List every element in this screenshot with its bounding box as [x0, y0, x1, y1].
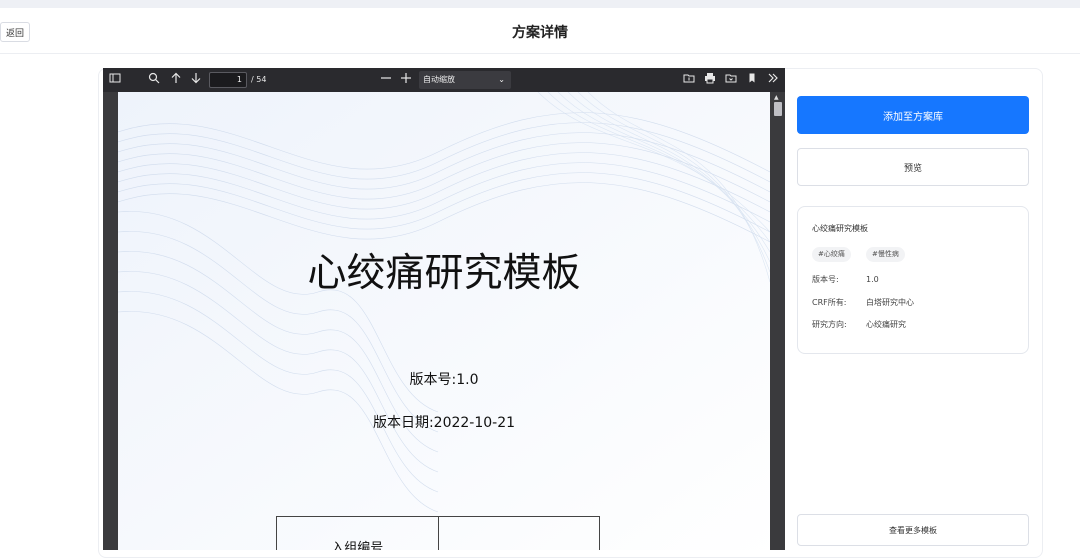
table-cell-enroll-number-value: [437, 516, 601, 550]
document-version: 版本号:1.0: [409, 372, 479, 388]
more-tools-icon[interactable]: [767, 72, 779, 88]
pdf-toolbar: 1 / 54 自动缩放 ⌄: [103, 68, 785, 92]
bookmark-icon[interactable]: [746, 72, 758, 88]
info-value: 心绞痛研究: [866, 320, 906, 329]
page-title: 方案详情: [512, 25, 568, 41]
print-icon[interactable]: [704, 72, 716, 88]
search-icon[interactable]: [148, 72, 160, 88]
pdf-scrollbar[interactable]: ▲: [770, 92, 785, 550]
page-number-input[interactable]: 1: [209, 72, 247, 88]
tag-badge: #慢性病: [866, 247, 905, 262]
open-file-icon[interactable]: [683, 72, 695, 88]
info-row-version: 版本号: 1.0: [812, 274, 879, 285]
page-total: / 54: [251, 75, 267, 84]
document-date: 版本日期:2022-10-21: [372, 415, 516, 431]
page-header: 返回 方案详情: [0, 8, 1080, 54]
scroll-up-icon[interactable]: ▲: [774, 94, 779, 101]
scroll-thumb[interactable]: [774, 102, 782, 116]
chevron-down-icon: ⌄: [498, 75, 505, 84]
document-table: 入组编号: [276, 516, 601, 550]
arrow-down-icon[interactable]: [190, 72, 202, 88]
info-label: CRF所有:: [812, 298, 847, 307]
arrow-up-icon[interactable]: [170, 72, 182, 88]
zoom-in-icon[interactable]: [400, 72, 412, 88]
template-name: 心绞痛研究模板: [812, 224, 868, 233]
info-value: 1.0: [866, 275, 879, 284]
info-label: 版本号:: [812, 275, 839, 284]
save-icon[interactable]: [725, 72, 737, 88]
table-row: 入组编号: [276, 516, 601, 550]
top-strip: [0, 0, 1080, 8]
info-row-owner: CRF所有: 白塔研究中心: [812, 297, 914, 308]
add-to-library-button[interactable]: 添加至方案库: [797, 96, 1029, 134]
pdf-viewer: 1 / 54 自动缩放 ⌄ 心绞痛研究模板 版本号:1.0 版本日期:2022-…: [103, 68, 785, 550]
template-info-card: 心绞痛研究模板 #心绞痛 #慢性病 版本号: 1.0 CRF所有: 白塔研究中心 研…: [797, 206, 1029, 354]
zoom-out-icon[interactable]: [380, 72, 392, 88]
view-more-templates-button[interactable]: 查看更多模板: [797, 514, 1029, 546]
info-label: 研究方向:: [812, 320, 847, 329]
document-title: 心绞痛研究模板: [307, 251, 581, 296]
table-cell-enroll-number-label: 入组编号: [276, 516, 439, 550]
tag-badge: #心绞痛: [812, 247, 851, 262]
page-background-waves: [118, 92, 770, 550]
pdf-page: 心绞痛研究模板 版本号:1.0 版本日期:2022-10-21 入组编号: [118, 92, 770, 550]
info-value: 白塔研究中心: [866, 298, 914, 307]
info-row-direction: 研究方向: 心绞痛研究: [812, 319, 906, 330]
zoom-select[interactable]: 自动缩放 ⌄: [419, 71, 511, 89]
preview-button[interactable]: 预览: [797, 148, 1029, 186]
zoom-select-value: 自动缩放: [423, 75, 455, 84]
sidebar-toggle-icon[interactable]: [109, 72, 121, 88]
